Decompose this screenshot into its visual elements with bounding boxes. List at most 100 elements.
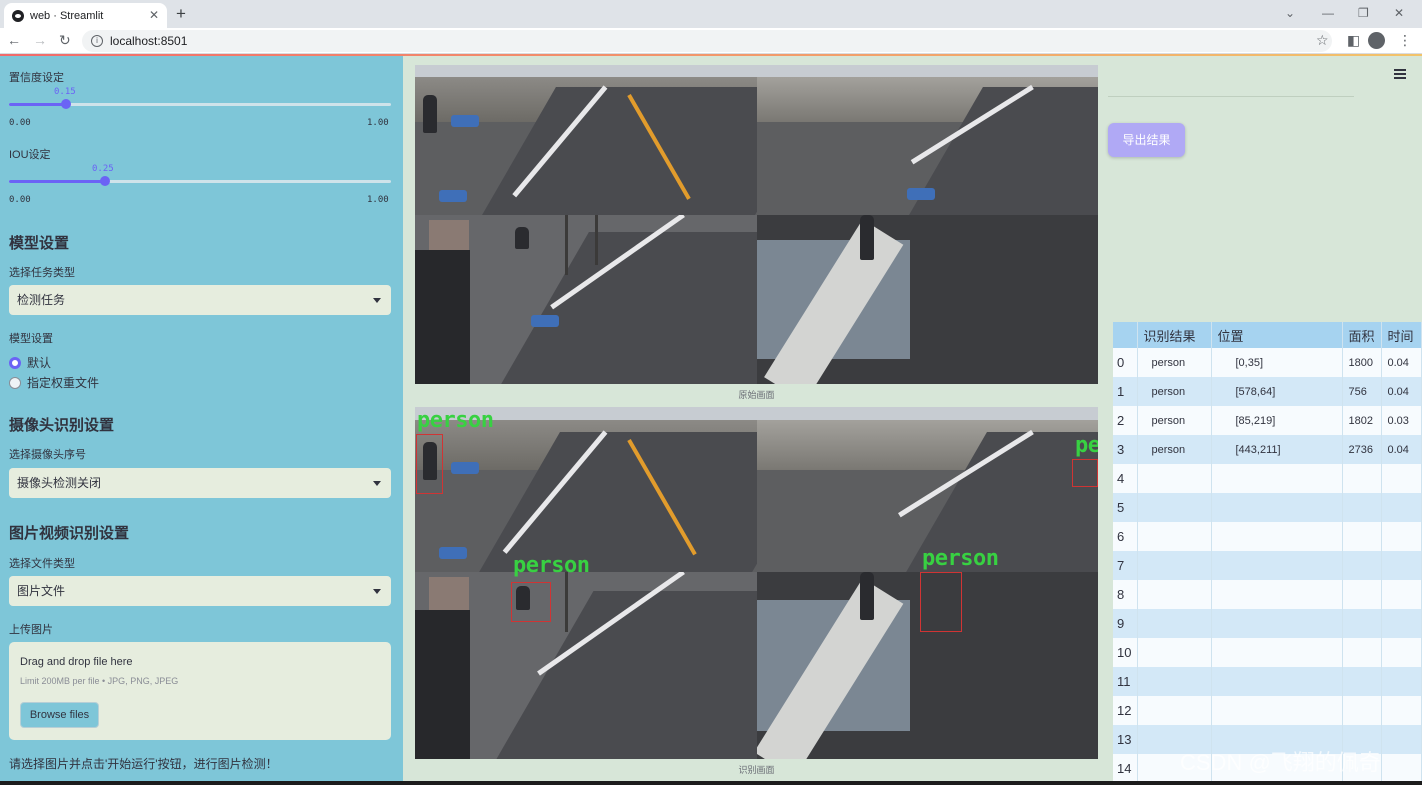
table-cell-result xyxy=(1137,609,1212,638)
detection-box xyxy=(1072,459,1098,487)
results-table: 识别结果 位置 面积 时间 0 person [0,35] 1800 0.04 1 pers… xyxy=(1113,322,1422,783)
radio-default-label: 默认 xyxy=(27,356,52,370)
profile-avatar-icon[interactable] xyxy=(1368,32,1385,49)
file-dropzone[interactable]: Drag and drop file here Limit 200MB per … xyxy=(9,642,391,740)
new-tab-icon[interactable]: + xyxy=(176,4,186,24)
table-cell-index: 8 xyxy=(1113,580,1138,609)
table-cell-time xyxy=(1381,754,1422,783)
detection-box xyxy=(416,434,443,494)
window-close-icon[interactable]: ✕ xyxy=(1394,6,1404,20)
restore-icon[interactable]: ❐ xyxy=(1358,6,1369,20)
table-cell-position xyxy=(1211,638,1343,667)
table-cell-area xyxy=(1342,522,1382,551)
reload-icon[interactable]: ↻ xyxy=(59,32,71,49)
divider xyxy=(1108,96,1354,97)
radio-selected-icon xyxy=(9,356,21,369)
task-type-label: 选择任务类型 xyxy=(9,267,75,279)
table-cell-time xyxy=(1381,464,1422,493)
taskbar-edge xyxy=(0,781,1422,785)
table-cell-position xyxy=(1211,667,1343,696)
table-cell-index: 14 xyxy=(1113,754,1138,783)
back-arrow-icon[interactable]: ← xyxy=(7,32,21,48)
original-image xyxy=(415,65,1098,384)
table-row: 11 xyxy=(1113,667,1422,696)
table-cell-result xyxy=(1137,522,1212,551)
chevron-down-icon xyxy=(373,589,381,594)
iou-slider[interactable] xyxy=(9,176,391,186)
table-cell-index: 3 xyxy=(1113,435,1138,464)
table-cell-index: 0 xyxy=(1113,348,1138,377)
dropzone-instruction: Drag and drop file here xyxy=(20,656,133,668)
camera-select[interactable]: 摄像头检测关闭 xyxy=(9,468,391,498)
radio-unselected-icon xyxy=(9,376,21,389)
model-section-title: 模型设置 xyxy=(9,235,70,252)
file-type-value: 图片文件 xyxy=(17,584,66,598)
iou-max: 1.00 xyxy=(367,195,389,205)
table-cell-area: 2736 xyxy=(1342,435,1382,464)
tab-search-chevron-icon[interactable]: ⌄ xyxy=(1285,6,1295,20)
table-cell-position: [0,35] xyxy=(1211,348,1343,377)
radio-custom-weights[interactable]: 指定权重文件 xyxy=(9,374,99,391)
iou-label: IOU设定 xyxy=(9,149,51,161)
table-cell-index: 1 xyxy=(1113,377,1138,406)
forward-arrow-icon[interactable]: → xyxy=(33,32,47,48)
confidence-label: 置信度设定 xyxy=(9,72,64,84)
image-quadrant xyxy=(756,65,1098,215)
table-cell-index: 9 xyxy=(1113,609,1138,638)
original-caption: 原始画面 xyxy=(738,390,775,400)
minimize-icon[interactable]: — xyxy=(1322,6,1334,20)
result-caption: 识别画面 xyxy=(738,765,775,775)
side-panel-icon[interactable]: ◧ xyxy=(1347,32,1360,49)
table-cell-time xyxy=(1381,638,1422,667)
table-cell-result xyxy=(1137,696,1212,725)
export-results-button[interactable]: 导出结果 xyxy=(1108,123,1185,157)
table-header-index xyxy=(1113,322,1138,348)
browse-files-button[interactable]: Browse files xyxy=(20,702,99,728)
table-cell-position xyxy=(1211,580,1343,609)
table-cell-time: 0.03 xyxy=(1381,406,1422,435)
table-cell-position xyxy=(1211,696,1343,725)
url-field[interactable]: i localhost:8501 xyxy=(82,30,1332,52)
table-row: 4 xyxy=(1113,464,1422,493)
detection-label: person xyxy=(417,408,494,433)
table-row: 8 xyxy=(1113,580,1422,609)
table-cell-area: 1800 xyxy=(1342,348,1382,377)
table-cell-index: 6 xyxy=(1113,522,1138,551)
table-cell-area xyxy=(1342,464,1382,493)
confidence-slider[interactable] xyxy=(9,99,391,109)
url-text: localhost:8501 xyxy=(110,34,188,48)
task-type-select[interactable]: 检测任务 xyxy=(9,285,391,315)
table-header-time: 时间 xyxy=(1381,322,1422,348)
streamlit-favicon-icon xyxy=(12,9,24,22)
table-row: 3 person [443,211] 2736 0.04 xyxy=(1113,435,1422,464)
table-cell-index: 10 xyxy=(1113,638,1138,667)
bookmark-star-icon[interactable]: ☆ xyxy=(1316,32,1329,49)
confidence-slider-fill xyxy=(9,103,66,106)
table-row: 7 xyxy=(1113,551,1422,580)
table-cell-result xyxy=(1137,638,1212,667)
table-row: 12 xyxy=(1113,696,1422,725)
detection-label: person xyxy=(922,546,999,571)
confidence-min: 0.00 xyxy=(9,118,31,128)
site-info-icon[interactable]: i xyxy=(91,35,103,47)
radio-default[interactable]: 默认 xyxy=(9,354,51,371)
image-quadrant xyxy=(415,214,757,384)
table-cell-position xyxy=(1211,551,1343,580)
iou-slider-thumb[interactable] xyxy=(100,176,110,186)
tab-title: web · Streamlit xyxy=(30,9,104,22)
camera-section-title: 摄像头识别设置 xyxy=(9,417,115,434)
confidence-slider-thumb[interactable] xyxy=(61,99,71,109)
table-header-position: 位置 xyxy=(1211,322,1343,348)
browser-menu-icon[interactable]: ⋮ xyxy=(1398,32,1412,49)
table-cell-area xyxy=(1342,580,1382,609)
table-cell-result: person xyxy=(1137,406,1212,435)
table-cell-index: 7 xyxy=(1113,551,1138,580)
table-header-result: 识别结果 xyxy=(1137,322,1212,348)
browser-tab[interactable]: web · Streamlit ✕ xyxy=(4,3,167,28)
tab-close-icon[interactable]: ✕ xyxy=(149,8,159,22)
file-type-select[interactable]: 图片文件 xyxy=(9,576,391,606)
table-cell-position xyxy=(1211,493,1343,522)
hamburger-menu-icon[interactable] xyxy=(1394,69,1406,81)
camera-label: 选择摄像头序号 xyxy=(9,449,86,461)
table-row: 1 person [578,64] 756 0.04 xyxy=(1113,377,1422,406)
